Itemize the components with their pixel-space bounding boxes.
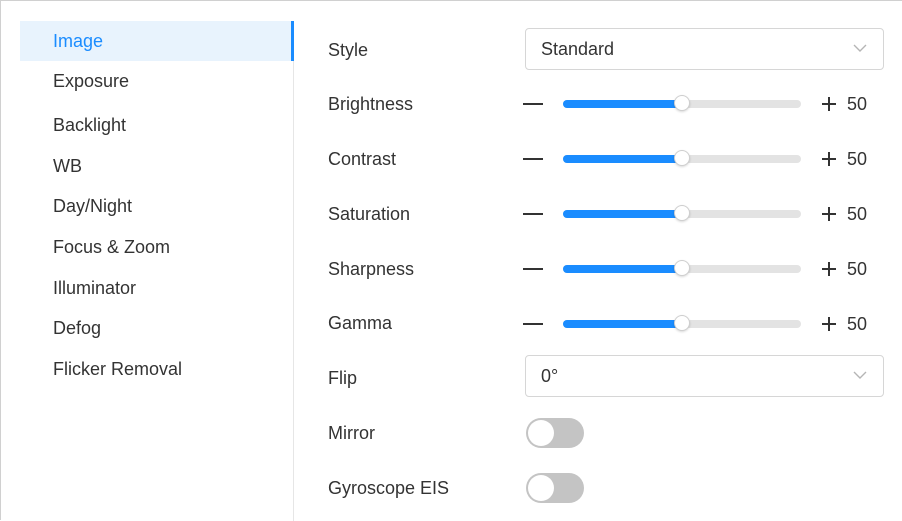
- gamma-increase-button[interactable]: [819, 314, 839, 334]
- mirror-toggle[interactable]: [526, 418, 584, 448]
- saturation-decrease-button[interactable]: [523, 213, 543, 215]
- flip-select-value: 0°: [541, 366, 559, 386]
- saturation-slider-track[interactable]: [563, 205, 801, 221]
- gamma-slider-track[interactable]: [563, 315, 801, 331]
- sharpness-increase-button[interactable]: [819, 259, 839, 279]
- gyroscope-eis-label: Gyroscope EIS: [328, 478, 450, 498]
- sharpness-decrease-button[interactable]: [523, 268, 543, 270]
- sidebar-item-flicker-removal[interactable]: Flicker Removal: [20, 349, 293, 389]
- contrast-slider-track[interactable]: [563, 150, 801, 166]
- saturation-slider-fill: [563, 210, 682, 218]
- brightness-slider-row: 50: [523, 90, 883, 120]
- style-label: Style: [328, 40, 369, 60]
- brightness-increase-button[interactable]: [819, 94, 839, 114]
- contrast-slider-row: 50: [523, 145, 883, 175]
- chevron-down-icon: [853, 371, 867, 379]
- gamma-slider-thumb[interactable]: [674, 315, 690, 331]
- gamma-decrease-button[interactable]: [523, 323, 543, 325]
- gamma-label: Gamma: [328, 313, 393, 333]
- sharpness-label: Sharpness: [328, 259, 415, 279]
- flip-label: Flip: [328, 368, 358, 388]
- sidebar-item-defog[interactable]: Defog: [20, 308, 293, 348]
- gamma-slider-row: 50: [523, 310, 883, 340]
- saturation-increase-button[interactable]: [819, 204, 839, 224]
- mirror-label: Mirror: [328, 423, 375, 443]
- contrast-slider-thumb[interactable]: [674, 150, 690, 166]
- sharpness-value: 50: [847, 259, 868, 279]
- saturation-slider-thumb[interactable]: [674, 205, 690, 221]
- sidebar-item-day-night[interactable]: Day/Night: [20, 186, 293, 226]
- contrast-label: Contrast: [328, 149, 397, 169]
- flip-select[interactable]: 0°: [525, 355, 884, 397]
- saturation-label: Saturation: [328, 204, 411, 224]
- gyroscope-eis-toggle-knob: [528, 475, 554, 501]
- brightness-value: 50: [847, 94, 868, 114]
- contrast-slider-fill: [563, 155, 682, 163]
- image-settings-page: Image Exposure Backlight WB Day/Night Fo…: [0, 0, 902, 521]
- brightness-label: Brightness: [328, 94, 414, 114]
- gamma-value: 50: [847, 314, 868, 334]
- sharpness-slider-row: 50: [523, 255, 883, 285]
- brightness-slider-thumb[interactable]: [674, 95, 690, 111]
- sharpness-slider-fill: [563, 265, 682, 273]
- sidebar-item-image[interactable]: Image: [20, 21, 294, 61]
- saturation-slider-row: 50: [523, 200, 883, 230]
- mirror-toggle-knob: [528, 420, 554, 446]
- sharpness-slider-track[interactable]: [563, 260, 801, 276]
- brightness-decrease-button[interactable]: [523, 103, 543, 105]
- contrast-decrease-button[interactable]: [523, 158, 543, 160]
- sidebar-item-exposure[interactable]: Exposure: [20, 61, 293, 101]
- sharpness-slider-thumb[interactable]: [674, 260, 690, 276]
- sidebar-item-backlight[interactable]: Backlight: [20, 105, 293, 145]
- contrast-value: 50: [847, 149, 868, 169]
- saturation-value: 50: [847, 204, 868, 224]
- contrast-increase-button[interactable]: [819, 149, 839, 169]
- sidebar-item-illuminator[interactable]: Illuminator: [20, 268, 293, 308]
- brightness-slider-fill: [563, 100, 682, 108]
- style-select-value: Standard: [541, 39, 615, 59]
- style-select[interactable]: Standard: [525, 28, 884, 70]
- sidebar-item-focus-zoom[interactable]: Focus & Zoom: [20, 227, 293, 267]
- gyroscope-eis-toggle[interactable]: [526, 473, 584, 503]
- gamma-slider-fill: [563, 320, 682, 328]
- settings-sidebar: Image Exposure Backlight WB Day/Night Fo…: [20, 21, 294, 521]
- brightness-slider-track[interactable]: [563, 95, 801, 111]
- chevron-down-icon: [853, 44, 867, 52]
- sidebar-item-wb[interactable]: WB: [20, 146, 293, 186]
